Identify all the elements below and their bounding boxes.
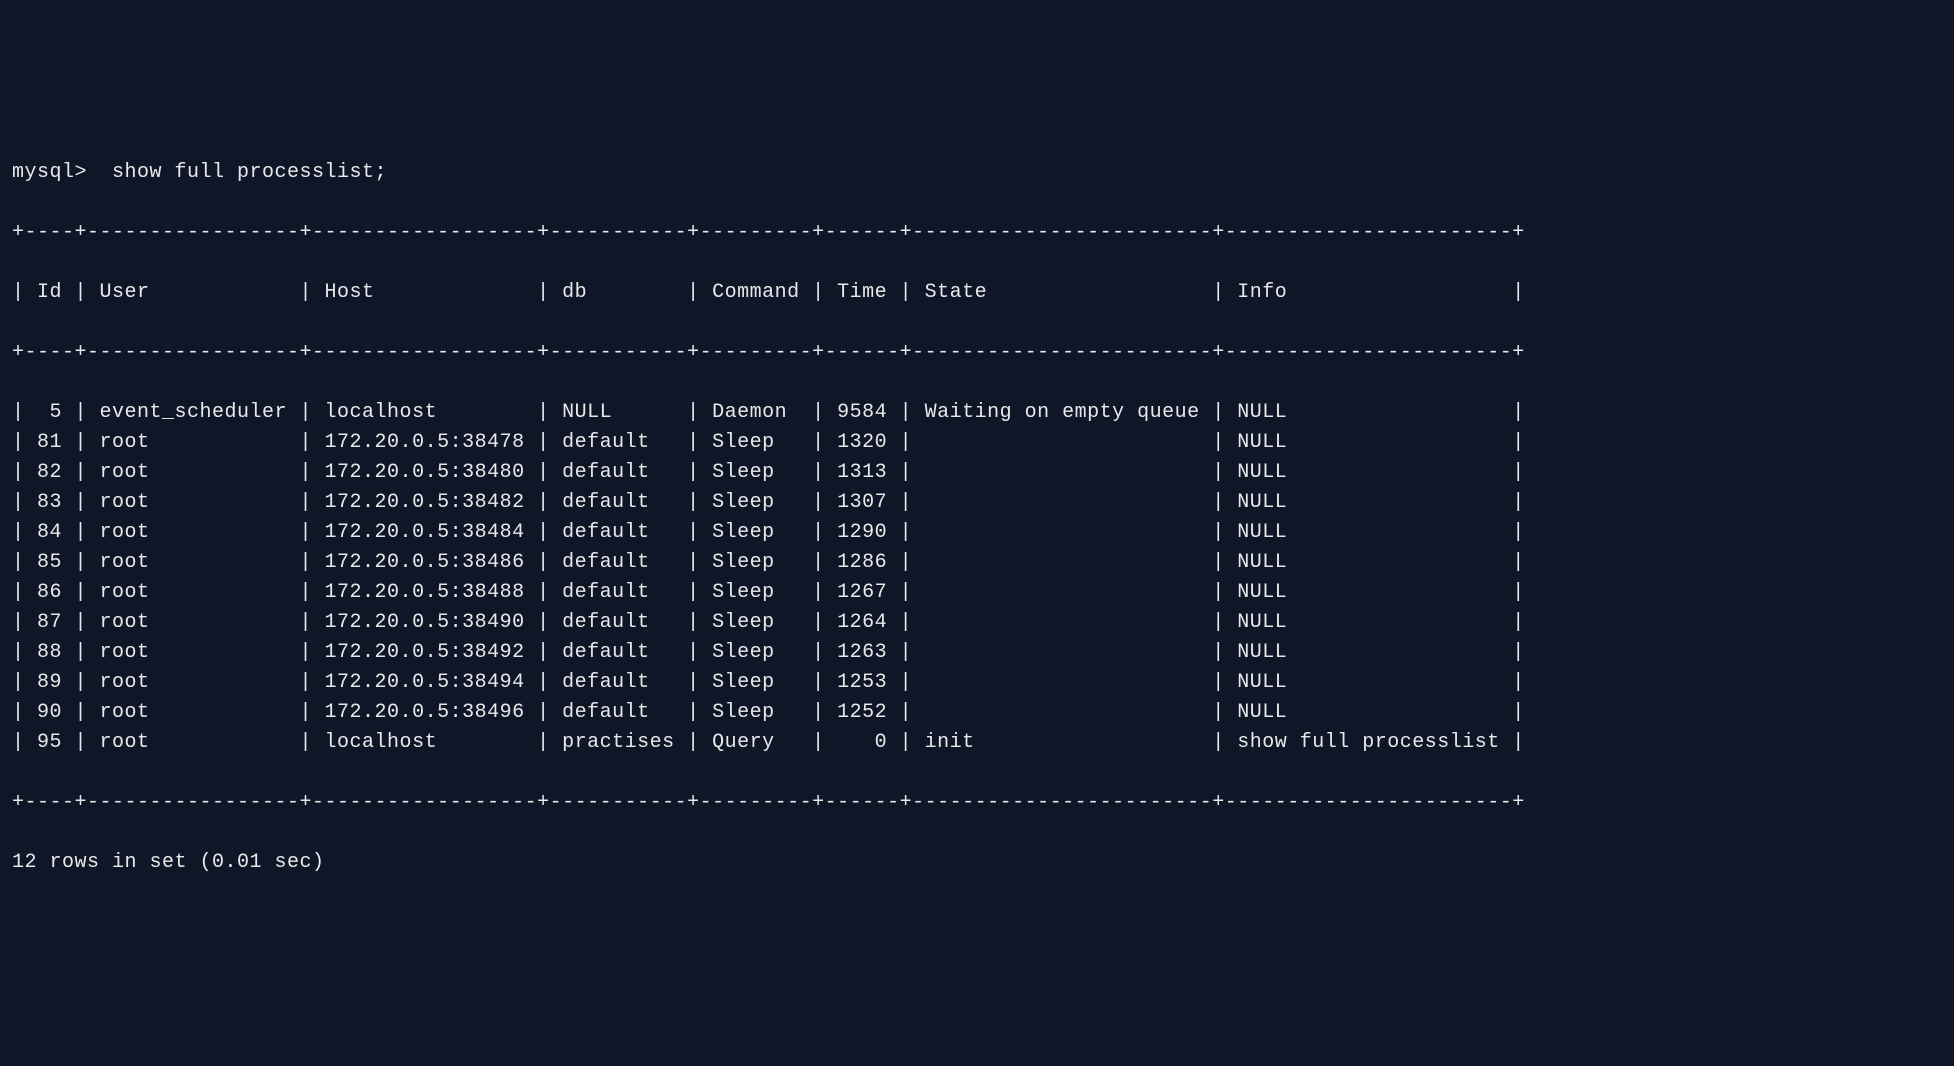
table-border-bottom: +----+-----------------+----------------… xyxy=(12,788,1942,818)
table-row: | 95 | root | localhost | practises | Qu… xyxy=(12,728,1942,758)
table-border-top: +----+-----------------+----------------… xyxy=(12,218,1942,248)
table-row: | 87 | root | 172.20.0.5:38490 | default… xyxy=(12,608,1942,638)
command-prompt-line: mysql> show full processlist; xyxy=(12,158,1942,188)
table-row: | 81 | root | 172.20.0.5:38478 | default… xyxy=(12,428,1942,458)
table-row: | 85 | root | 172.20.0.5:38486 | default… xyxy=(12,548,1942,578)
table-row: | 89 | root | 172.20.0.5:38494 | default… xyxy=(12,668,1942,698)
terminal-output: mysql> show full processlist; +----+----… xyxy=(12,128,1942,908)
table-row: | 84 | root | 172.20.0.5:38484 | default… xyxy=(12,518,1942,548)
result-footer: 12 rows in set (0.01 sec) xyxy=(12,848,1942,878)
table-row: | 82 | root | 172.20.0.5:38480 | default… xyxy=(12,458,1942,488)
table-body: | 5 | event_scheduler | localhost | NULL… xyxy=(12,398,1942,758)
table-row: | 83 | root | 172.20.0.5:38482 | default… xyxy=(12,488,1942,518)
table-border-mid: +----+-----------------+----------------… xyxy=(12,338,1942,368)
table-row: | 90 | root | 172.20.0.5:38496 | default… xyxy=(12,698,1942,728)
table-row: | 88 | root | 172.20.0.5:38492 | default… xyxy=(12,638,1942,668)
table-row: | 86 | root | 172.20.0.5:38488 | default… xyxy=(12,578,1942,608)
table-row: | 5 | event_scheduler | localhost | NULL… xyxy=(12,398,1942,428)
table-header-row: | Id | User | Host | db | Command | Time… xyxy=(12,278,1942,308)
